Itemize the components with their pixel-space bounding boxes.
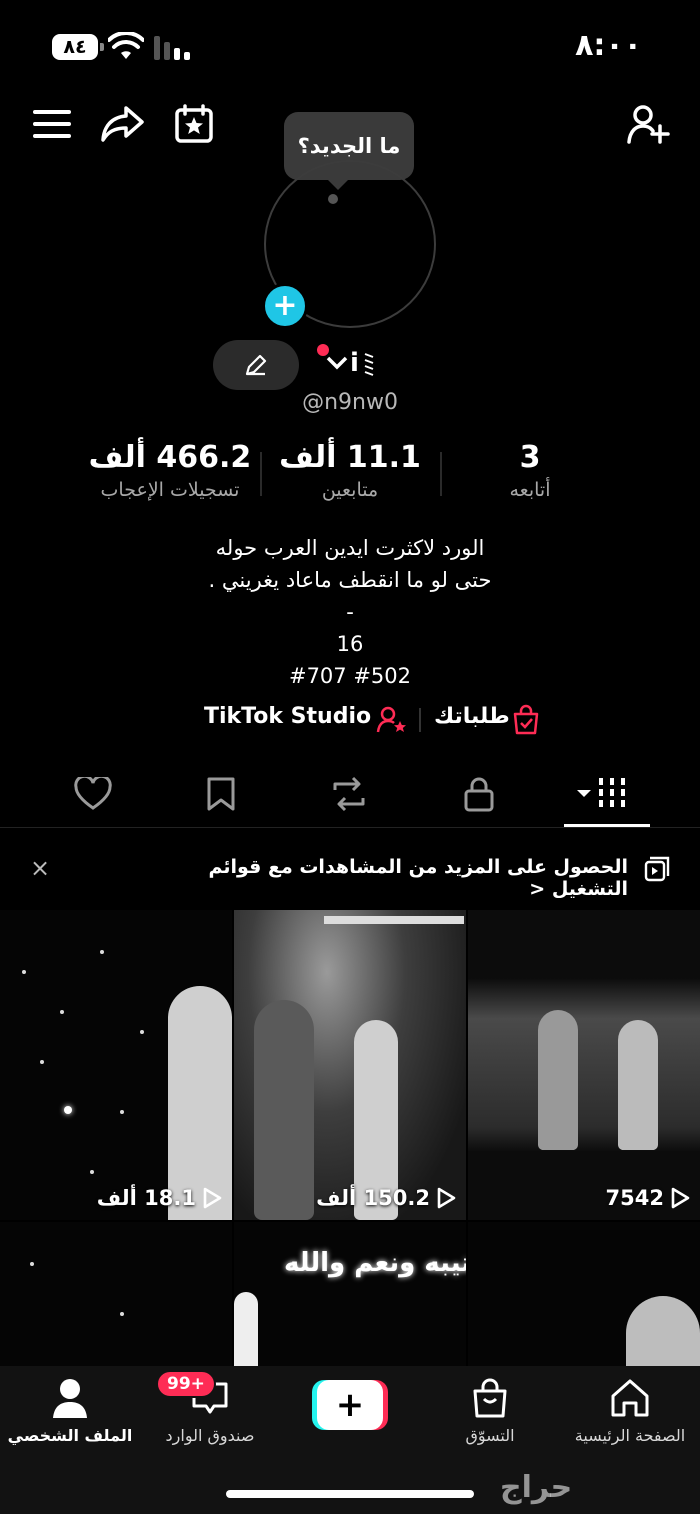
shopping-bag-icon <box>473 1378 507 1418</box>
view-count-text: 7542 <box>605 1186 664 1210</box>
tab-videos[interactable] <box>574 770 628 818</box>
tab-active-indicator <box>564 824 650 827</box>
play-icon <box>203 1187 222 1209</box>
stat-following[interactable]: 3 أتابعه <box>430 440 630 501</box>
nav-shop-label: التسوّق <box>465 1426 515 1445</box>
likes-count: 466.2 ألف <box>88 440 252 475</box>
stats-row: 466.2 ألف تسجيلات الإعجاب 11.1 ألف متابع… <box>60 440 640 510</box>
wifi-icon <box>108 32 144 59</box>
calendar-star-icon[interactable] <box>170 100 218 148</box>
nav-home[interactable]: الصفحة الرئيسية <box>560 1376 700 1445</box>
playlist-banner-text[interactable]: الحصول على المزيد من المشاهدات مع قوائم … <box>128 856 628 900</box>
username: @n9nw0 <box>302 390 398 415</box>
tiktok-studio-link[interactable]: TikTok Studio <box>204 704 371 729</box>
video-caption: عتيبه ونعم والله <box>284 1248 466 1278</box>
followers-label: متابعين <box>321 479 379 501</box>
following-count: 3 <box>519 440 541 475</box>
view-count-text: 150.2 ألف <box>316 1186 430 1210</box>
tab-private[interactable] <box>452 770 506 818</box>
grid-dropdown-icon <box>577 778 625 810</box>
clock: ٨:٠٠ <box>575 28 642 63</box>
play-icon <box>671 1187 690 1209</box>
profile-links: TikTok Studio طلباتك <box>0 700 700 740</box>
view-count-text: 18.1 ألف <box>96 1186 196 1210</box>
following-label: أتابعه <box>509 479 551 501</box>
nav-shop[interactable]: التسوّق <box>420 1376 560 1445</box>
video-tile[interactable]: عتيبه ونعم والله <box>234 1222 466 1372</box>
home-indicator[interactable] <box>226 1490 474 1498</box>
links-divider <box>419 708 421 732</box>
plus-icon: + <box>317 1380 383 1430</box>
signal-icon <box>154 36 190 60</box>
video-tile[interactable]: 7542 <box>468 910 700 1220</box>
battery-level: ٨٤ <box>63 36 87 58</box>
followers-count: 11.1 ألف <box>279 440 421 475</box>
lock-icon <box>464 777 494 812</box>
chevron-down-icon <box>326 356 348 370</box>
status-bar: ٨٤ ٨:٠٠ <box>0 0 700 92</box>
orders-link[interactable]: طلباتك <box>434 704 510 729</box>
add-friend-icon[interactable] <box>624 100 672 148</box>
bio-line: - <box>346 600 354 624</box>
tab-liked[interactable] <box>66 770 120 818</box>
view-count: 7542 <box>606 1186 690 1210</box>
menu-icon[interactable] <box>28 100 76 148</box>
pencil-icon <box>245 354 267 376</box>
add-avatar-button[interactable]: + <box>262 283 308 329</box>
video-tile[interactable]: 18.1 ألف <box>0 910 232 1220</box>
video-tile[interactable] <box>0 1222 232 1372</box>
home-icon <box>611 1379 649 1417</box>
profile-icon <box>53 1379 87 1418</box>
bookmark-icon <box>207 777 235 811</box>
bio: الورد لاكثرت ايدين العرب حوله حتى لو ما … <box>0 532 700 692</box>
inbox-badge: 99+ <box>156 1370 216 1398</box>
display-name[interactable]: i <box>326 348 377 378</box>
profile-tabs <box>0 762 700 828</box>
bio-line: الورد لاكثرت ايدين العرب حوله <box>215 536 485 560</box>
nav-profile[interactable]: الملف الشخصي <box>0 1376 140 1445</box>
playlist-banner[interactable]: × الحصول على المزيد من المشاهدات مع قوائ… <box>0 842 700 900</box>
bio-line: حتى لو ما انقطف ماعاد يغريني . <box>208 568 492 592</box>
battery-icon: ٨٤ <box>52 34 104 60</box>
view-count: 18.1 ألف <box>97 1186 222 1210</box>
bio-hashtags[interactable]: #707 #502 <box>0 660 700 692</box>
tab-favorites[interactable] <box>194 770 248 818</box>
decoration-icon <box>364 353 374 376</box>
nav-profile-label: الملف الشخصي <box>7 1426 133 1445</box>
shopping-bag-check-icon <box>513 704 539 735</box>
nav-home-label: الصفحة الرئيسية <box>574 1426 686 1445</box>
view-count: 150.2 ألف <box>316 1186 456 1210</box>
play-icon <box>437 1187 456 1209</box>
repost-icon <box>333 776 365 812</box>
tab-reposts[interactable] <box>322 770 376 818</box>
create-button[interactable]: + <box>312 1380 388 1430</box>
playlist-icon <box>644 856 670 882</box>
bio-line: 16 <box>336 632 364 656</box>
stat-followers[interactable]: 11.1 ألف متابعين <box>250 440 450 501</box>
display-name-text: i <box>350 348 359 378</box>
close-icon[interactable]: × <box>30 854 50 882</box>
edit-profile-button[interactable] <box>213 340 299 390</box>
nav-inbox-label: صندوق الوارد <box>165 1426 255 1445</box>
watermark: حراج <box>500 1470 573 1505</box>
likes-label: تسجيلات الإعجاب <box>100 479 240 501</box>
stat-likes[interactable]: 466.2 ألف تسجيلات الإعجاب <box>70 440 270 501</box>
heart-icon <box>74 777 112 810</box>
video-tile[interactable] <box>468 1222 700 1372</box>
video-tile[interactable]: 150.2 ألف <box>234 910 466 1220</box>
creator-star-icon <box>376 706 406 733</box>
share-icon[interactable] <box>98 100 146 148</box>
